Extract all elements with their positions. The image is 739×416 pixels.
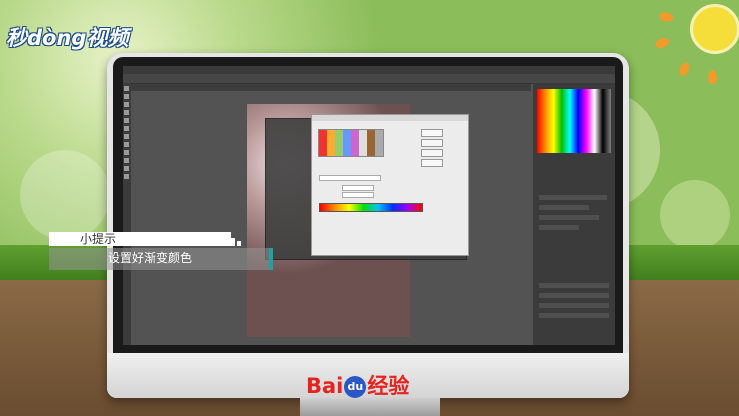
properties-row bbox=[539, 225, 579, 230]
move-tool-icon[interactable] bbox=[124, 86, 129, 91]
eraser-tool-icon[interactable] bbox=[124, 134, 129, 139]
bokeh-light bbox=[660, 180, 730, 250]
gradient-presets[interactable] bbox=[318, 129, 384, 157]
sun-ray bbox=[708, 70, 717, 84]
save-button[interactable] bbox=[421, 159, 443, 167]
properties-row bbox=[539, 195, 607, 200]
baidu-paw-icon: du bbox=[344, 376, 367, 398]
screen-area bbox=[123, 66, 615, 345]
gradient-editor-dialog[interactable] bbox=[311, 114, 469, 256]
pen-tool-icon[interactable] bbox=[124, 150, 129, 155]
layers-row[interactable] bbox=[539, 313, 609, 318]
properties-row bbox=[539, 205, 589, 210]
tip-title: 小提示 bbox=[80, 232, 117, 246]
lasso-tool-icon[interactable] bbox=[124, 102, 129, 107]
smoothness-field[interactable] bbox=[342, 192, 374, 198]
cancel-button[interactable] bbox=[421, 139, 443, 147]
zoom-tool-icon[interactable] bbox=[124, 174, 129, 179]
baidu-jingyan-logo: Bai du 经验 bbox=[306, 370, 409, 400]
gradient-type-select[interactable] bbox=[342, 185, 374, 191]
tip-bar-step bbox=[237, 241, 241, 246]
ps-document-tabs[interactable] bbox=[131, 84, 531, 91]
baidu-jingyan-text: 经验 bbox=[367, 374, 410, 398]
ps-toolbar[interactable] bbox=[123, 83, 131, 345]
tip-title-bar bbox=[49, 232, 231, 246]
stamp-tool-icon[interactable] bbox=[124, 126, 129, 131]
dialog-titlebar[interactable] bbox=[312, 115, 468, 121]
swatches-panel[interactable] bbox=[537, 89, 611, 153]
ps-menubar[interactable] bbox=[123, 66, 615, 74]
properties-row bbox=[539, 215, 599, 220]
layers-row[interactable] bbox=[539, 283, 609, 288]
gradient-tool-icon[interactable] bbox=[124, 142, 129, 147]
hand-tool-icon[interactable] bbox=[124, 166, 129, 171]
load-button[interactable] bbox=[421, 149, 443, 157]
gradient-bar[interactable] bbox=[319, 203, 423, 212]
site-logo: 秒dòng视频 bbox=[6, 26, 129, 50]
monitor-stand bbox=[300, 398, 440, 416]
tip-accent bbox=[269, 248, 273, 270]
gradient-name-field[interactable] bbox=[319, 175, 381, 181]
marquee-tool-icon[interactable] bbox=[124, 94, 129, 99]
sun-icon bbox=[690, 4, 739, 54]
ok-button[interactable] bbox=[421, 129, 443, 137]
layers-row[interactable] bbox=[539, 293, 609, 298]
tip-bar-step bbox=[231, 238, 235, 246]
crop-tool-icon[interactable] bbox=[124, 110, 129, 115]
tip-text: 设置好渐变颜色 bbox=[108, 251, 193, 265]
type-tool-icon[interactable] bbox=[124, 158, 129, 163]
ps-right-panels bbox=[533, 83, 615, 345]
baidu-bai-text: Bai bbox=[306, 374, 344, 398]
bokeh-light bbox=[20, 150, 110, 240]
brush-tool-icon[interactable] bbox=[124, 118, 129, 123]
layers-row[interactable] bbox=[539, 303, 609, 308]
